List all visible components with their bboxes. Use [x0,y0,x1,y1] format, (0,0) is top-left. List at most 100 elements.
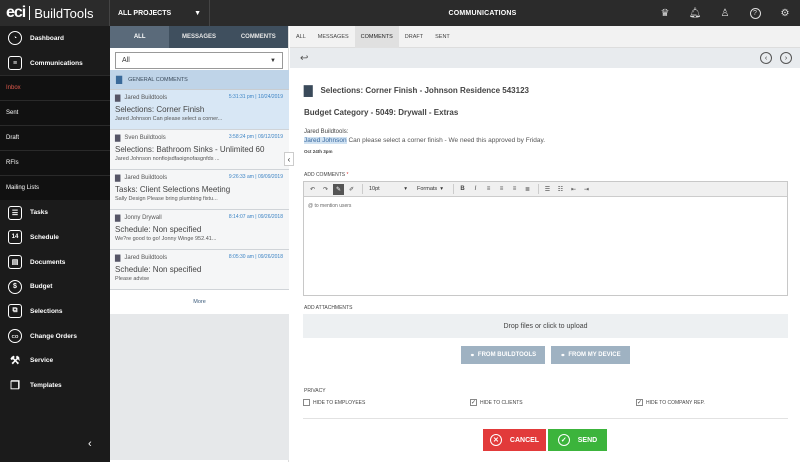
cancel-button[interactable]: ✕ CANCEL [483,429,546,451]
dashboard-icon: ◔ [8,31,22,46]
sidebar-item-selections[interactable]: ⧉ Selections [0,299,110,324]
gear-icon[interactable]: ⚙ [770,0,800,26]
undo-icon[interactable]: ↶ [307,184,318,195]
tab-comments[interactable]: COMMENTS [354,25,399,48]
send-button[interactable]: ✓ SEND [548,429,607,451]
sidebar-item-service[interactable]: ⚒ Service [0,349,110,374]
award-icon[interactable]: ♛ [650,0,680,26]
sidebar-item-mailing-lists[interactable]: Mailing Lists [0,175,110,201]
message-subject: Selections: Bathroom Sinks - Unlimited 6… [115,145,265,154]
formats-label: Formats [417,186,438,192]
checkbox-label: HIDE TO COMPANY REP. [646,399,705,406]
sidebar-item-templates[interactable]: ❐ Templates [0,373,110,398]
sidebar-item-change-orders[interactable]: CO Change Orders [0,324,110,349]
send-label: SEND [577,436,598,444]
from-buildtools-button[interactable]: ⚭ FROM BUILDTOOLS [461,346,545,364]
sidebar-item-communications[interactable]: ≡ Communications [0,51,110,76]
link-icon: ⚭ [469,352,475,359]
align-right-icon[interactable]: ≡ [509,184,520,195]
more-link[interactable]: More [110,290,289,314]
align-justify-icon[interactable]: ≣ [522,184,533,195]
file-dropzone[interactable]: Drop files or click to upload [303,314,788,338]
action-bar: ↩ ‹ › [290,48,800,68]
italic-icon[interactable]: I [470,184,481,195]
indent-icon[interactable]: ⇥ [581,184,592,195]
sidebar-item-sent[interactable]: Sent [0,100,110,126]
tab-sent[interactable]: SENT [429,26,456,48]
tab-draft[interactable]: DRAFT [399,26,429,48]
sidebar-item-schedule[interactable]: 14 Schedule [0,225,110,250]
comment-icon: ▇ [304,85,313,97]
bell-icon[interactable]: 🔔︎ [680,0,710,26]
align-left-icon[interactable]: ≡ [483,184,494,195]
format-painter-icon[interactable]: ✎ [333,183,344,195]
comment-icon: ▇ [115,135,121,142]
clear-format-icon[interactable]: ✐ [346,184,357,195]
add-comments-label: ADD COMMENTS * [304,172,348,178]
tab-all[interactable]: ALL [110,26,170,48]
link-icon: ⚭ [560,352,566,359]
message-sender: Jonny Drywall [124,215,162,221]
sidebar-item-budget[interactable]: $ Budget [0,274,110,299]
list-item[interactable]: ▇ Jared Buildtools 9:26:33 am | 09/09/201… [110,170,289,210]
reply-icon[interactable]: ↩ [300,53,308,64]
caret-down-icon: ▾ [440,186,443,192]
collapse-list-icon[interactable]: ‹ [284,152,294,166]
change-orders-icon: CO [8,329,22,344]
checkbox-label: HIDE TO CLIENTS [480,399,523,406]
tab-messages[interactable]: MESSAGES [169,26,228,48]
user-icon[interactable]: ♙ [710,0,740,26]
sidebar-item-label: Service [30,357,54,365]
sidebar-item-rfis[interactable]: RFIs [0,150,110,176]
tab-all[interactable]: ALL [290,26,312,48]
list-item[interactable]: ▇ Sven Buildtools 3:58:24 pm | 09/12/2019… [110,130,289,170]
bullet-list-icon[interactable]: ☰ [542,184,553,195]
message-subject: Schedule: Non specified [115,265,202,274]
font-size-select[interactable]: 10pt ▾ [366,184,410,195]
outdent-icon[interactable]: ⇤ [568,184,579,195]
list-item[interactable]: ▇ Jonny Drywall 8:14:07 am | 09/26/2018 S… [110,210,289,250]
message-date: 5:31:31 pm | 10/24/2019 [228,94,283,100]
hide-to-company-rep-checkbox[interactable]: ✓ HIDE TO COMPANY REP. [636,399,705,406]
sidebar-item-label: Budget [30,283,53,291]
list-item[interactable]: ▇ Jared Buildtools 8:05:30 am | 09/26/201… [110,250,289,290]
numbered-list-icon[interactable]: ☷ [555,184,566,195]
sidebar-item-dashboard[interactable]: ◔ Dashboard [0,26,110,51]
message-preview: Please advise [115,276,150,282]
caret-down-icon: ▼ [270,57,276,64]
message-body: Jared Johnson Can please select a corner… [304,137,545,144]
cancel-label: CANCEL [509,436,540,444]
page-title: COMMUNICATIONS [448,9,517,17]
hide-to-employees-checkbox[interactable]: HIDE TO EMPLOYEES [303,399,365,406]
sidebar-item-label: Tasks [30,209,48,217]
bold-icon[interactable]: B [457,184,468,195]
user-mention[interactable]: Jared Johnson [304,137,347,144]
group-header: ▇ GENERAL COMMENTS [110,70,289,90]
sidebar-item-documents[interactable]: ▤ Documents [0,250,110,275]
caret-down-icon: ▾ [404,186,407,192]
filter-select[interactable]: All ▼ [115,52,283,69]
project-selector[interactable]: ALL PROJECTS ▼ [110,0,210,26]
message-date: 8:14:07 am | 09/26/2018 [228,214,283,220]
editor-input[interactable]: @ to mention users [304,197,787,215]
from-device-button[interactable]: ⚭ FROM MY DEVICE [551,346,630,364]
tab-comments[interactable]: COMMENTS [229,26,288,48]
hide-to-clients-checkbox[interactable]: ✓ HIDE TO CLIENTS [470,399,523,406]
collapse-sidebar-icon[interactable]: ‹ [88,438,92,450]
caret-down-icon: ▼ [194,9,201,17]
sidebar-item-tasks[interactable]: ☰ Tasks [0,200,110,225]
sidebar-item-draft[interactable]: Draft [0,125,110,151]
logo[interactable]: eci BuildTools [0,0,110,26]
align-center-icon[interactable]: ≡ [496,184,507,195]
sidebar-item-label: Communications [30,59,83,67]
tab-messages[interactable]: MESSAGES [312,26,355,48]
list-item[interactable]: ▇ Jared Buildtools 5:31:31 pm | 10/24/201… [110,90,289,130]
formats-select[interactable]: Formats ▾ [414,184,446,195]
sidebar-item-inbox[interactable]: Inbox [0,75,110,101]
help-icon[interactable]: ? [740,0,770,26]
next-icon[interactable]: › [780,52,792,64]
checkmark-icon: ✓ [636,399,643,406]
redo-icon[interactable]: ↷ [320,184,331,195]
from-device-label: FROM MY DEVICE [568,352,621,358]
previous-icon[interactable]: ‹ [760,52,773,64]
